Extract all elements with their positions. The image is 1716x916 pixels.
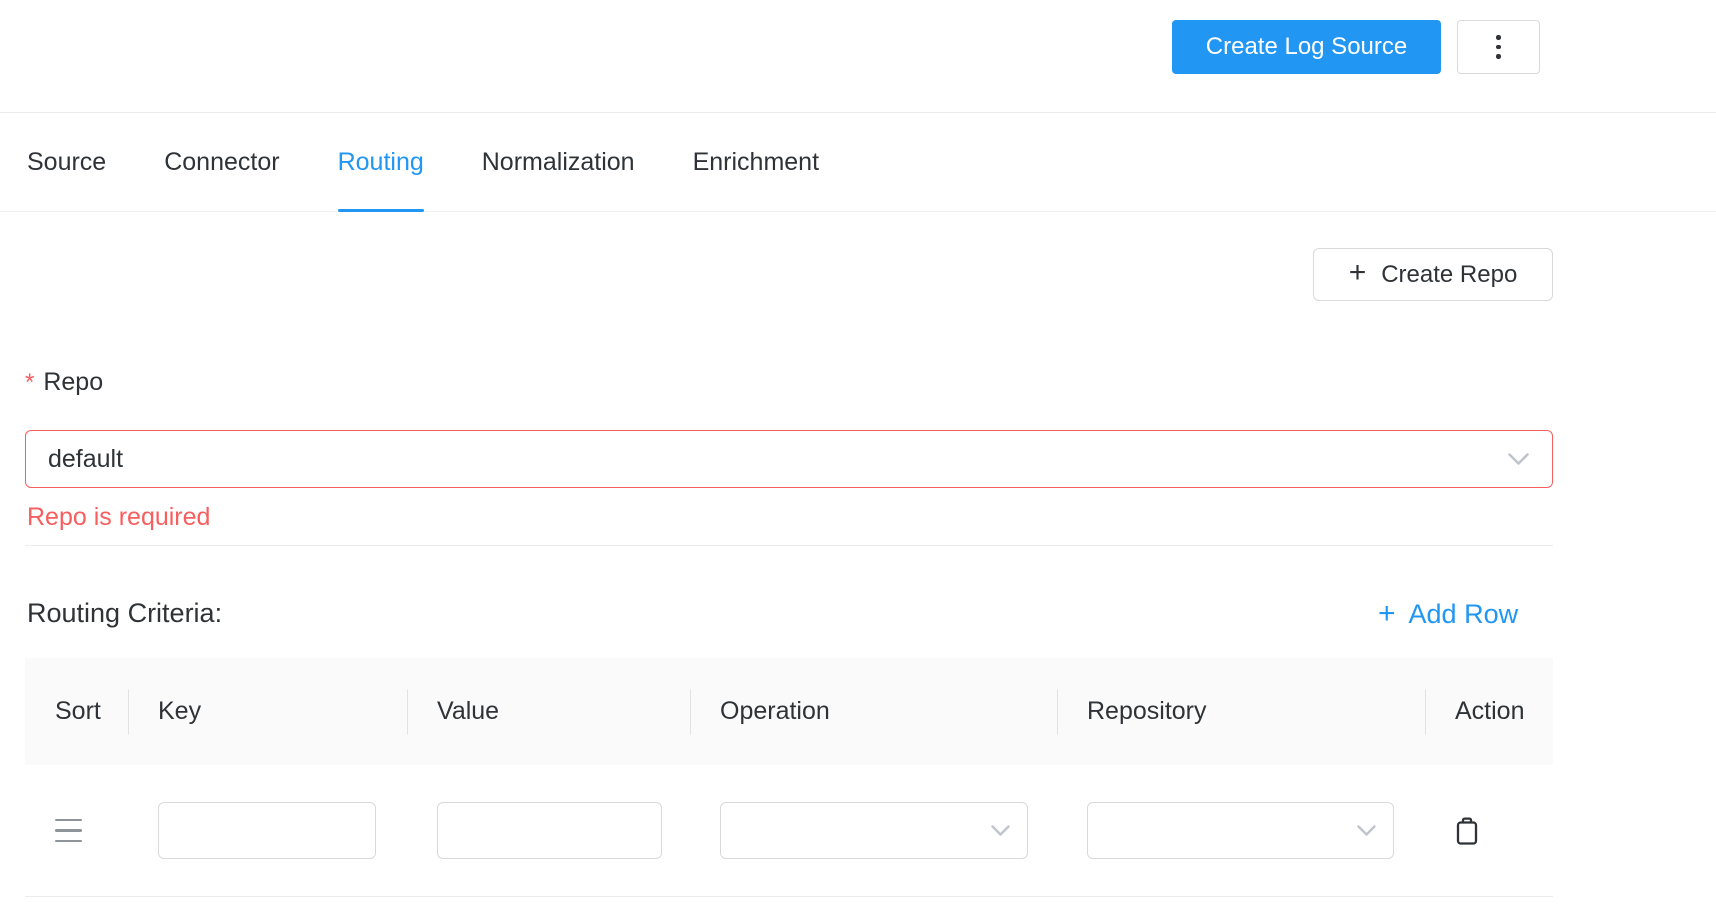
chevron-down-icon bbox=[1357, 824, 1376, 836]
column-header-value: Value bbox=[407, 658, 690, 765]
routing-criteria-table: Sort Key Value Operation Repository Acti… bbox=[25, 658, 1553, 897]
routing-criteria-title: Routing Criteria: bbox=[27, 598, 223, 628]
section-divider bbox=[25, 545, 1553, 546]
column-header-action: Action bbox=[1425, 658, 1553, 765]
plus-icon: + bbox=[1378, 596, 1396, 630]
repo-select[interactable]: default bbox=[25, 430, 1553, 488]
chevron-down-icon bbox=[991, 824, 1010, 836]
drag-handle-bar bbox=[55, 829, 82, 832]
column-header-repository: Repository bbox=[1057, 658, 1425, 765]
kebab-menu-icon bbox=[1496, 35, 1501, 59]
drag-handle[interactable] bbox=[55, 815, 82, 847]
tab-routing[interactable]: Routing bbox=[337, 114, 424, 212]
drag-handle-bar bbox=[55, 839, 82, 843]
tab-connector[interactable]: Connector bbox=[164, 114, 279, 211]
more-actions-button[interactable] bbox=[1457, 20, 1540, 74]
create-repo-button[interactable]: + Create Repo bbox=[1313, 248, 1553, 301]
delete-row-button[interactable] bbox=[1452, 815, 1482, 847]
create-repo-label: Create Repo bbox=[1381, 260, 1518, 288]
operation-select[interactable] bbox=[720, 802, 1028, 859]
repo-label-text: Repo bbox=[43, 368, 104, 396]
tab-source[interactable]: Source bbox=[27, 114, 106, 211]
table-row bbox=[25, 765, 1553, 897]
log-source-routing-page: Create Log Source Source Connector Routi… bbox=[0, 0, 1716, 916]
repo-field-label: * Repo bbox=[25, 368, 103, 397]
column-header-operation: Operation bbox=[690, 658, 1057, 765]
column-header-sort: Sort bbox=[55, 697, 101, 725]
add-row-label: Add Row bbox=[1408, 599, 1519, 629]
top-action-bar: Create Log Source bbox=[0, 0, 1716, 113]
repository-select[interactable] bbox=[1087, 802, 1394, 859]
value-input[interactable] bbox=[437, 802, 662, 859]
table-header-row: Sort Key Value Operation Repository Acti… bbox=[25, 658, 1553, 765]
chevron-down-icon bbox=[1508, 452, 1529, 465]
column-header-key: Key bbox=[128, 658, 407, 765]
drag-handle-bar bbox=[55, 818, 82, 822]
create-log-source-button[interactable]: Create Log Source bbox=[1172, 20, 1441, 74]
repo-select-value: default bbox=[48, 444, 124, 473]
repo-error-message: Repo is required bbox=[27, 503, 211, 531]
add-row-button[interactable]: + Add Row bbox=[1378, 596, 1519, 630]
wizard-tab-bar: Source Connector Routing Normalization E… bbox=[0, 114, 1716, 212]
tab-enrichment[interactable]: Enrichment bbox=[693, 114, 819, 211]
trash-icon bbox=[1456, 816, 1478, 845]
required-asterisk: * bbox=[25, 369, 35, 396]
plus-icon: + bbox=[1348, 256, 1367, 289]
tab-normalization[interactable]: Normalization bbox=[482, 114, 635, 211]
key-input[interactable] bbox=[158, 802, 376, 859]
